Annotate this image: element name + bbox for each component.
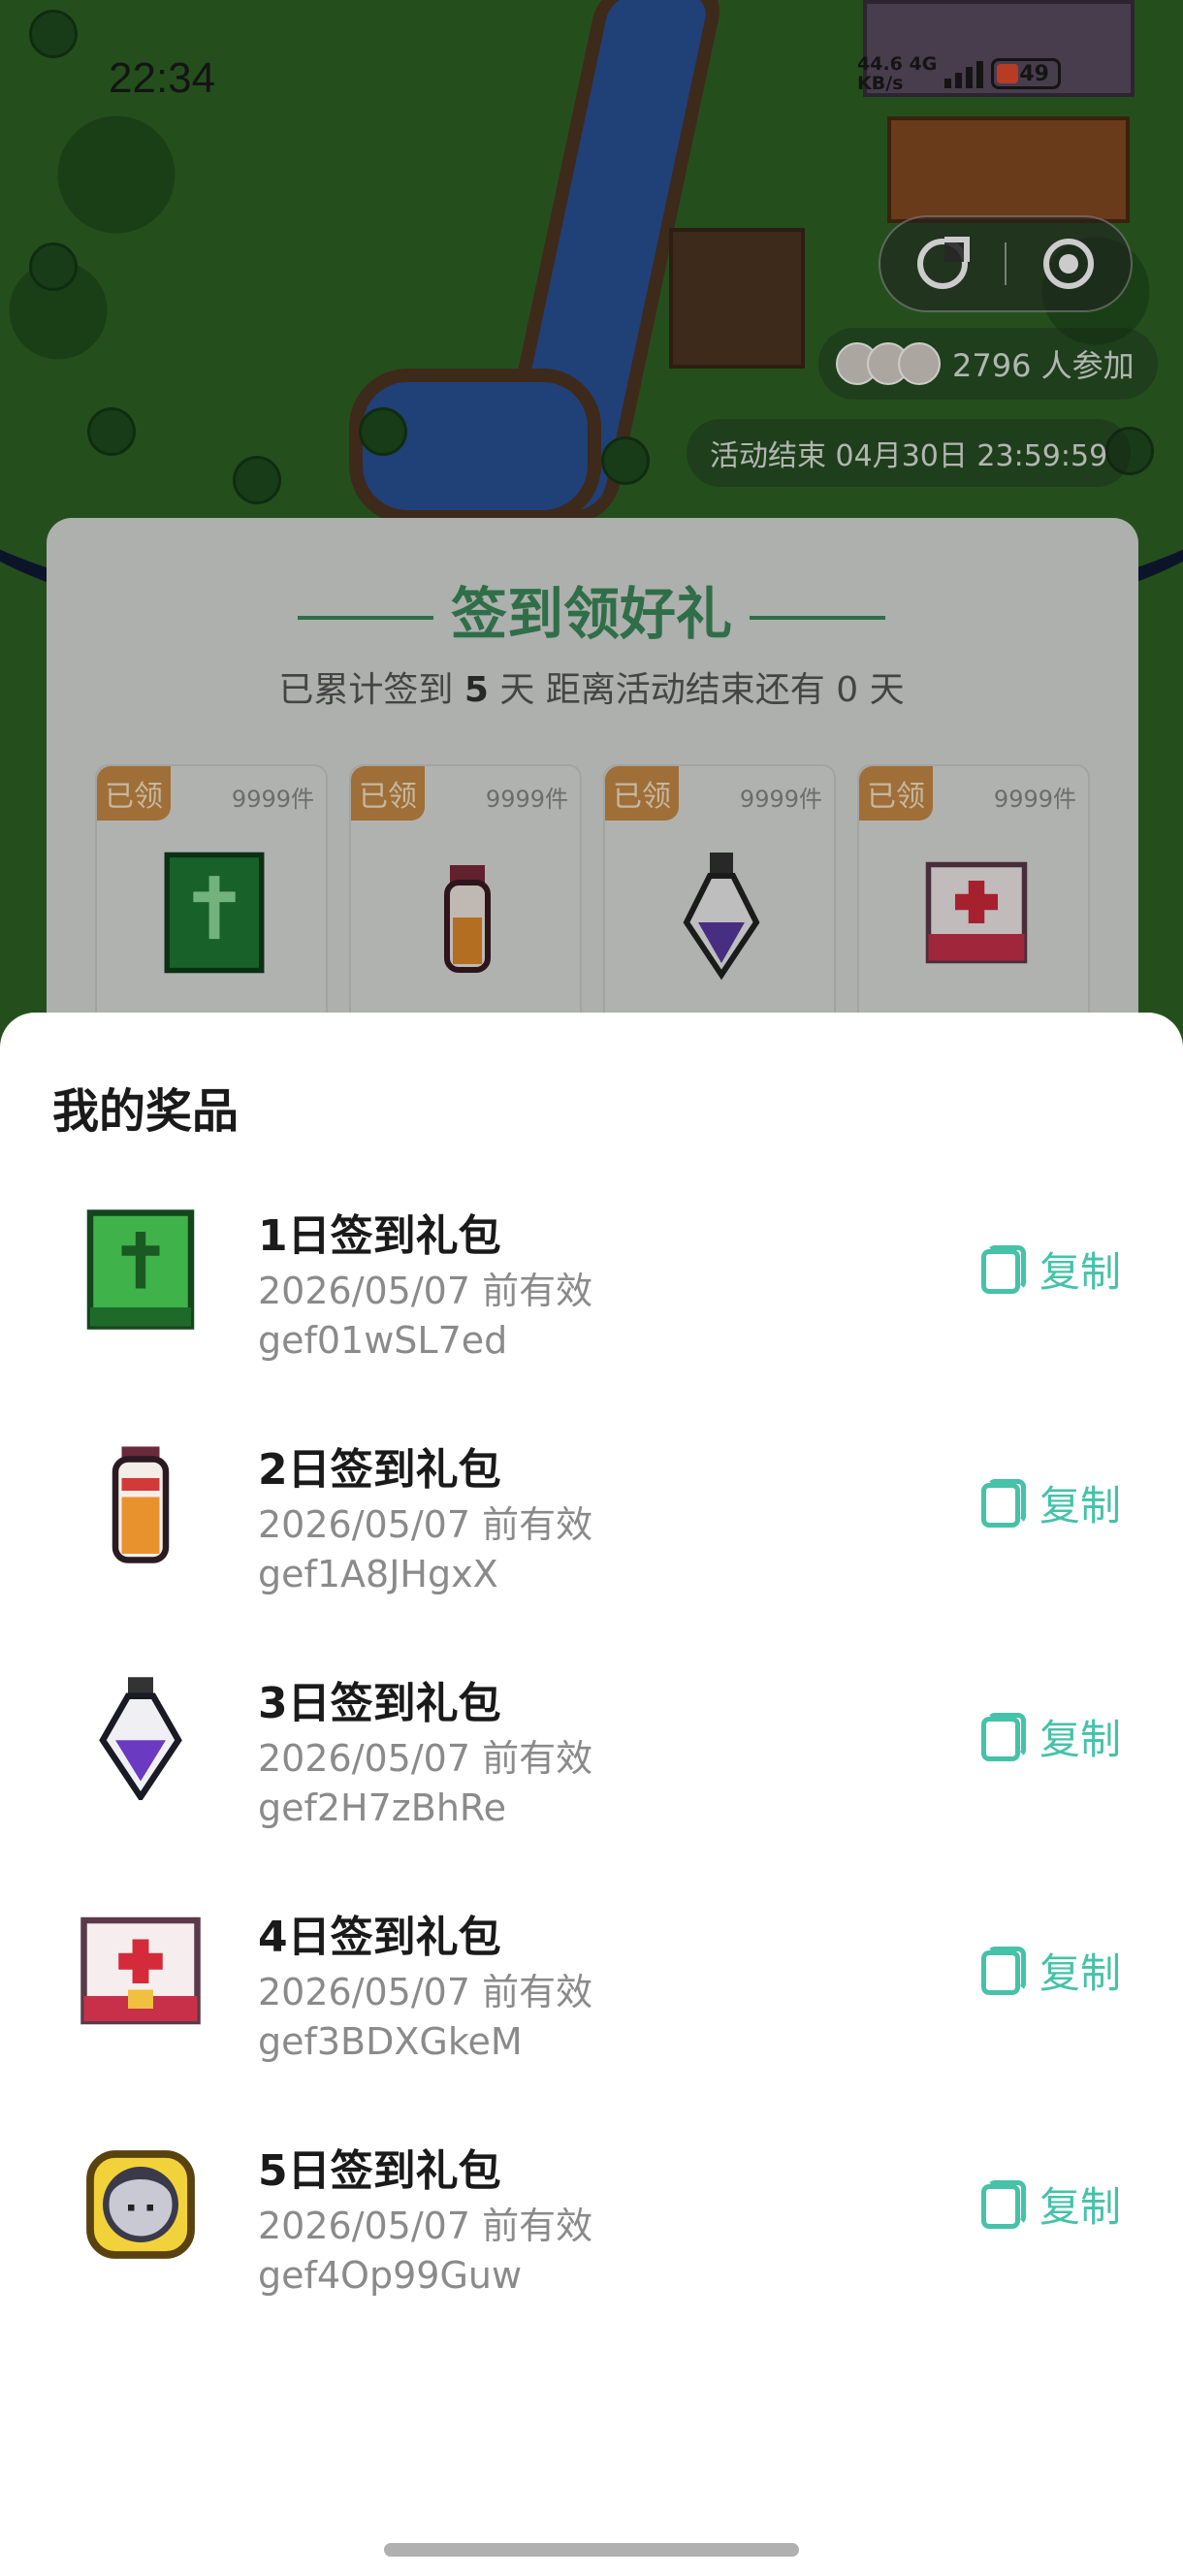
my-prizes-sheet: 我的奖品 1日签到礼包 2026/05/07 前有效 gef01wSL7ed 复… <box>0 1013 1183 2576</box>
prize-validity: 2026/05/07 前有效 <box>258 1737 593 1780</box>
prize-item: 3日签到礼包 2026/05/07 前有效 gef2H7zBhRe 复制 <box>0 1668 1183 1902</box>
purple-potion-icon <box>99 1677 182 1800</box>
copy-icon <box>981 1478 1026 1528</box>
prize-code[interactable]: gef4Op99Guw <box>258 2254 522 2297</box>
prize-item: 2日签到礼包 2026/05/07 前有效 gef1A8JHgxX 复制 <box>0 1434 1183 1668</box>
prize-name: 5日签到礼包 <box>258 2146 501 2196</box>
prize-validity: 2026/05/07 前有效 <box>258 1971 593 2013</box>
prize-item: 4日签到礼包 2026/05/07 前有效 gef3BDXGkeM 复制 <box>0 1902 1183 2136</box>
prize-item: 5日签到礼包 2026/05/07 前有效 gef4Op99Guw 复制 <box>0 2136 1183 2369</box>
copy-icon <box>981 1244 1026 1294</box>
prize-name: 4日签到礼包 <box>258 1913 501 1962</box>
prize-code[interactable]: gef01wSL7ed <box>258 1319 507 1362</box>
copy-icon <box>981 1946 1026 1995</box>
prize-validity: 2026/05/07 前有效 <box>258 1270 593 1312</box>
copy-button[interactable]: 复制 <box>981 2174 1121 2234</box>
green-book-icon <box>86 1209 195 1330</box>
home-indicator[interactable] <box>384 2543 799 2557</box>
avatar-badge-icon <box>86 2150 195 2259</box>
potion-vial-icon <box>112 1446 170 1563</box>
copy-button[interactable]: 复制 <box>981 1240 1121 1299</box>
copy-button[interactable]: 复制 <box>981 1707 1121 1766</box>
prize-item: 1日签到礼包 2026/05/07 前有效 gef01wSL7ed 复制 <box>0 1201 1183 1434</box>
prize-validity: 2026/05/07 前有效 <box>258 2205 593 2247</box>
prize-code[interactable]: gef1A8JHgxX <box>258 1553 498 1595</box>
prize-name: 3日签到礼包 <box>258 1679 501 1728</box>
copy-icon <box>981 2179 1026 2229</box>
prize-code[interactable]: gef3BDXGkeM <box>258 2020 523 2063</box>
sheet-title: 我的奖品 <box>52 1084 240 1139</box>
prize-list: 1日签到礼包 2026/05/07 前有效 gef01wSL7ed 复制 2日签… <box>0 1201 1183 2369</box>
copy-button[interactable]: 复制 <box>981 1941 1121 2000</box>
prize-name: 2日签到礼包 <box>258 1445 501 1495</box>
copy-icon <box>981 1712 1026 1761</box>
prize-code[interactable]: gef2H7zBhRe <box>258 1787 506 1829</box>
medkit-icon <box>80 1916 201 2025</box>
copy-button[interactable]: 复制 <box>981 1473 1121 1532</box>
prize-validity: 2026/05/07 前有效 <box>258 1503 593 1546</box>
modal-mask[interactable] <box>0 0 1183 1067</box>
prize-name: 1日签到礼包 <box>258 1211 501 1261</box>
